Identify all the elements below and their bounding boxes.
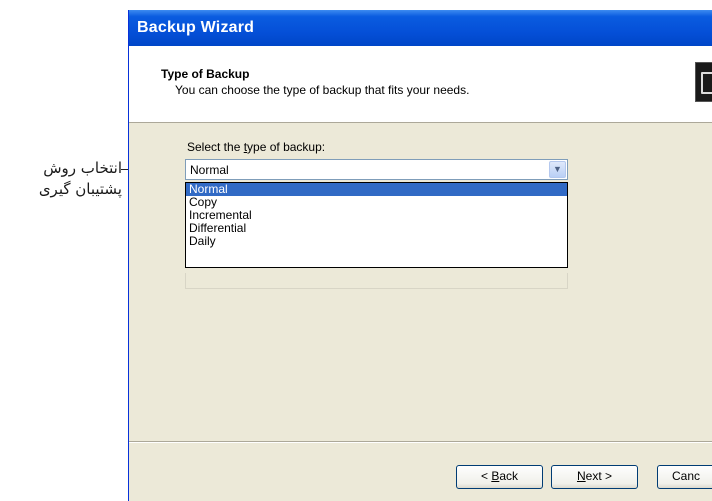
option-normal[interactable]: Normal bbox=[186, 183, 567, 196]
window-title: Backup Wizard bbox=[137, 19, 255, 36]
cancel-button[interactable]: Canc bbox=[657, 465, 712, 489]
hidden-group-box bbox=[185, 273, 568, 289]
title-bar[interactable]: Backup Wizard bbox=[129, 10, 712, 46]
backup-wizard-window: Backup Wizard Type of Backup You can cho… bbox=[128, 10, 712, 501]
chevron-down-icon[interactable]: ▼ bbox=[549, 161, 566, 178]
annotation-line-1: انتخاب روش bbox=[43, 159, 122, 177]
option-daily[interactable]: Daily bbox=[186, 235, 567, 248]
next-button[interactable]: Next > bbox=[551, 465, 638, 489]
backup-type-select[interactable]: Normal ▼ bbox=[185, 159, 568, 180]
backup-type-label: Select the type of backup: bbox=[187, 140, 326, 154]
page-title: Type of Backup bbox=[161, 67, 250, 81]
footer-divider bbox=[129, 441, 712, 442]
annotation-line-2: پشتیبان گیری bbox=[38, 180, 122, 198]
backup-type-dropdown-list: Normal Copy Incremental Differential Dai… bbox=[185, 182, 568, 268]
back-button[interactable]: < Back bbox=[456, 465, 543, 489]
backup-type-selected-value: Normal bbox=[190, 163, 229, 177]
page-description: You can choose the type of backup that f… bbox=[175, 83, 470, 97]
backup-icon bbox=[695, 62, 712, 102]
wizard-header: Type of Backup You can choose the type o… bbox=[129, 46, 712, 123]
wizard-body: Select the type of backup: Normal ▼ Norm… bbox=[129, 123, 712, 441]
annotation-text: انتخاب روش پشتیبان گیری bbox=[0, 158, 122, 200]
option-differential[interactable]: Differential bbox=[186, 222, 567, 235]
